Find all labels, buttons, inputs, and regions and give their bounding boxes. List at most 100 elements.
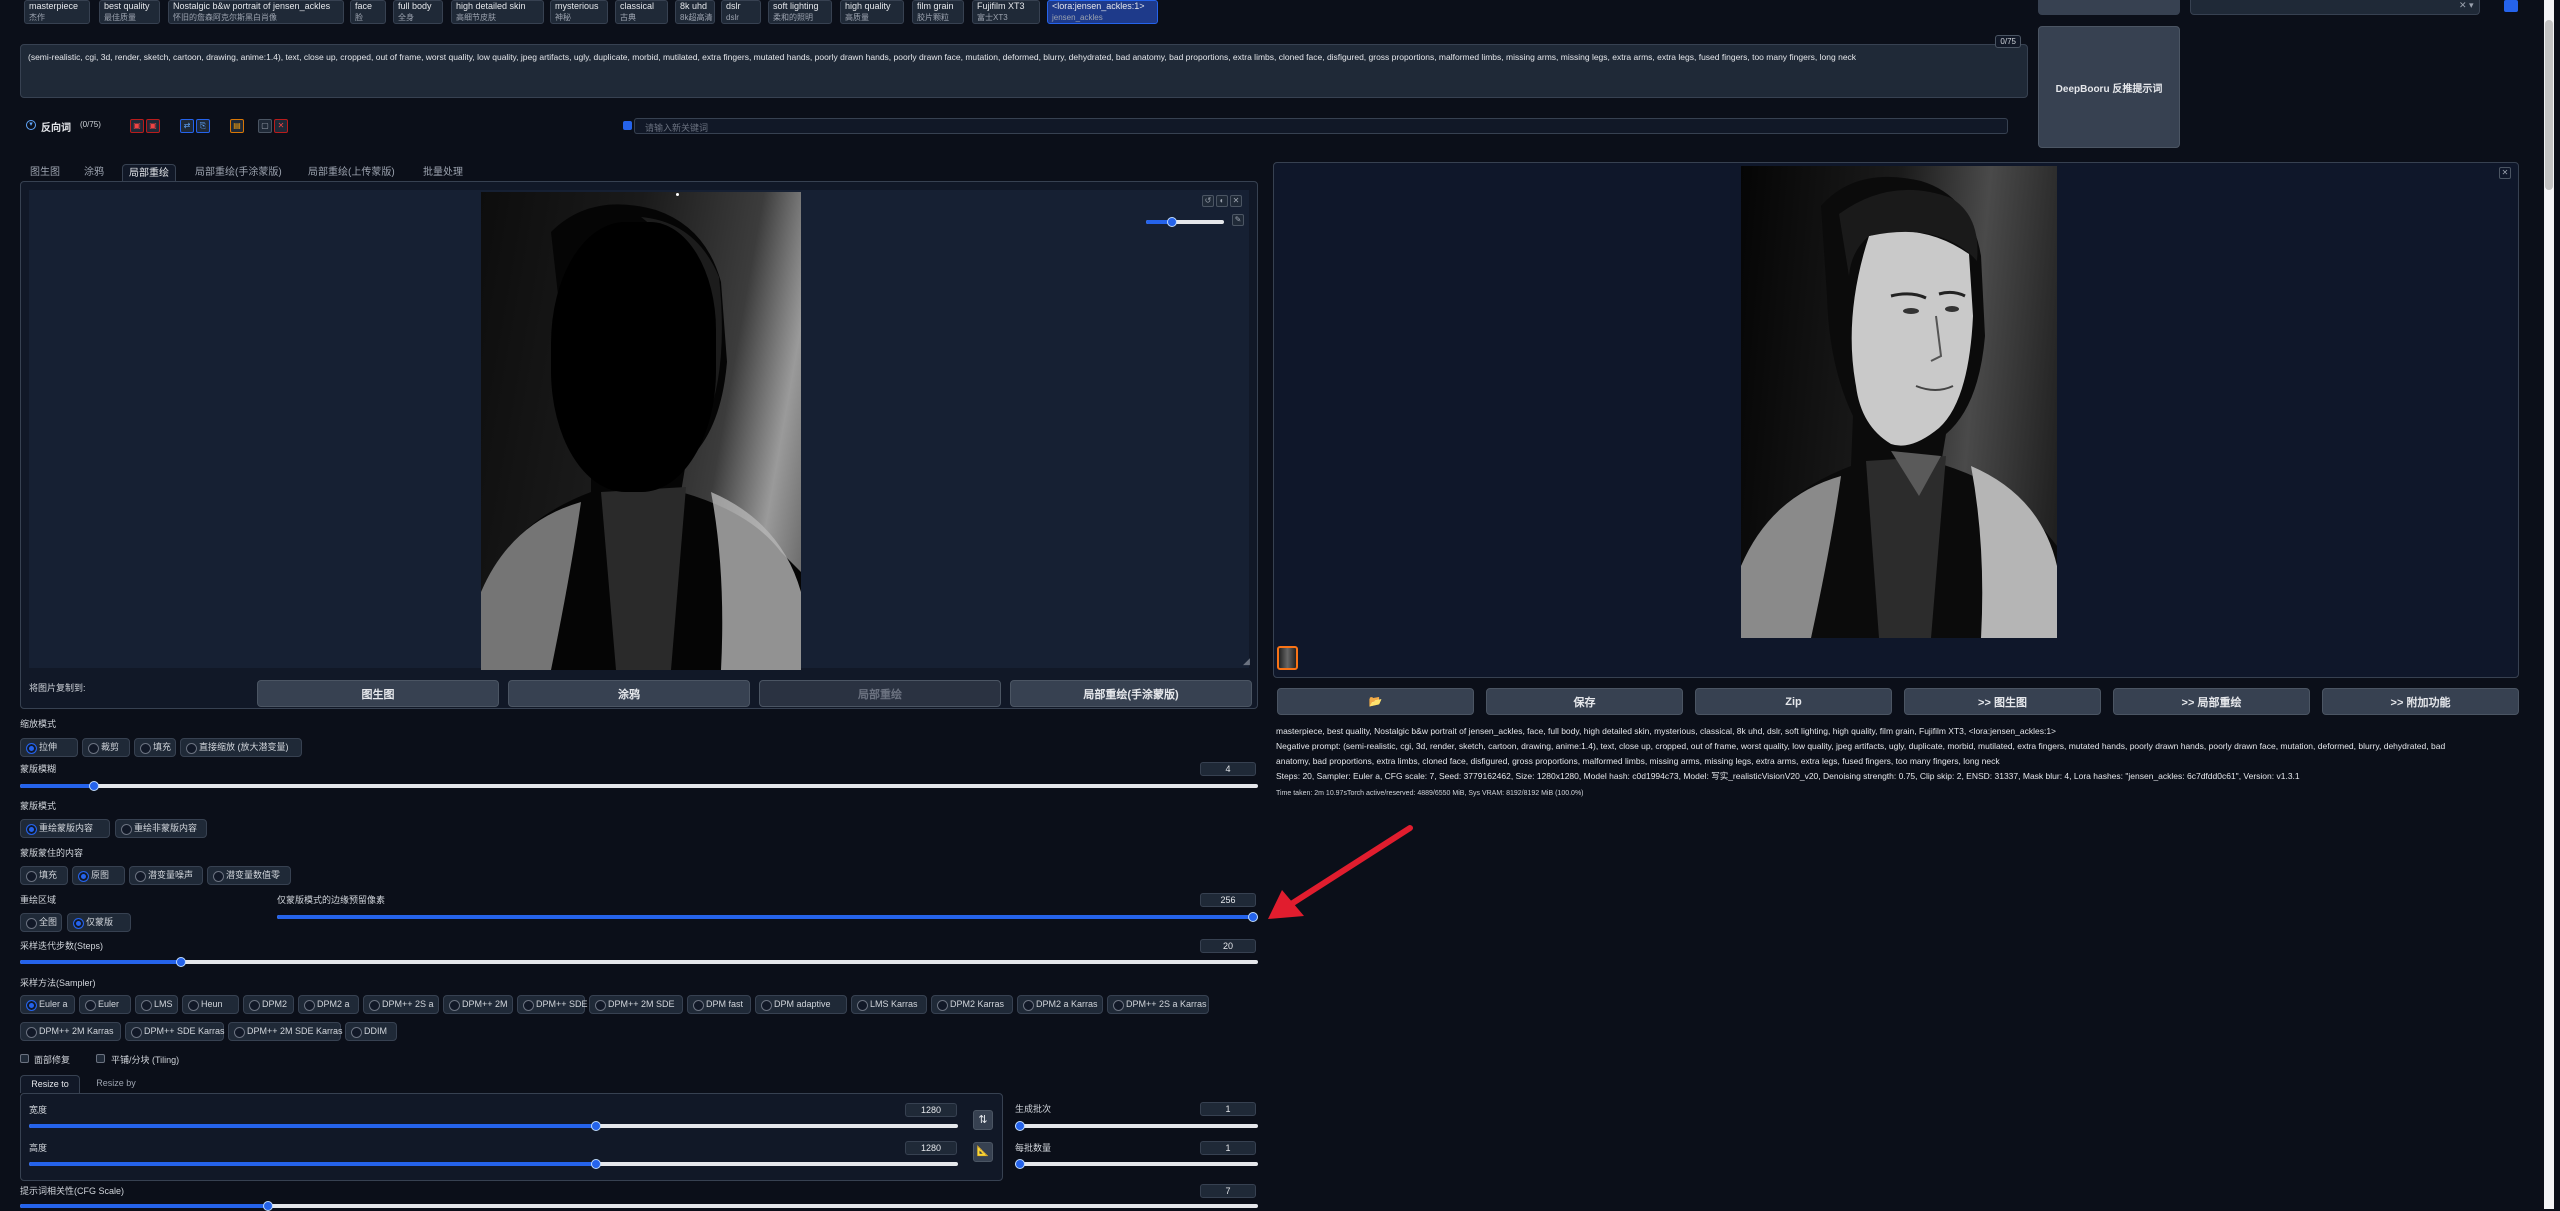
prompt-tag[interactable]: full body 全身 bbox=[393, 0, 443, 24]
sampler-option[interactable]: DPM fast bbox=[687, 995, 751, 1014]
prompt-tag[interactable]: face 脸 bbox=[350, 0, 386, 24]
close-icon[interactable]: ✕ bbox=[1230, 195, 1242, 207]
output-button[interactable]: >> 图生图 bbox=[1904, 688, 2101, 715]
swap-dimensions-icon[interactable]: ⇅ bbox=[973, 1110, 993, 1130]
tab-1[interactable]: 涂鸦 bbox=[78, 164, 110, 181]
keyword-checkbox[interactable] bbox=[623, 121, 632, 130]
tab-4[interactable]: 局部重绘(上传蒙版) bbox=[302, 164, 401, 181]
sampler-option[interactable]: Euler a bbox=[20, 995, 75, 1014]
prompt-tag[interactable]: mysterious 神秘 bbox=[550, 0, 608, 24]
sampler-option[interactable]: DPM++ SDE Karras bbox=[125, 1022, 225, 1041]
favorite-icon[interactable]: ▢ bbox=[258, 119, 272, 133]
batch-count-value[interactable]: 1 bbox=[1200, 1102, 1256, 1116]
steps-value[interactable]: 20 bbox=[1200, 939, 1256, 953]
radio-option[interactable]: 潜变量数值零 bbox=[207, 866, 291, 885]
copy-to-button[interactable]: 图生图 bbox=[257, 680, 499, 707]
radio-option[interactable]: 全图 bbox=[20, 913, 62, 932]
sampler-option[interactable]: DPM++ 2S a Karras bbox=[1107, 995, 1209, 1014]
sampler-option[interactable]: DPM++ SDE bbox=[517, 995, 588, 1014]
cfg-thumb[interactable] bbox=[262, 1201, 273, 1211]
width-thumb[interactable] bbox=[590, 1121, 601, 1131]
prompt-tag[interactable]: masterpiece 杰作 bbox=[24, 0, 90, 24]
source-image[interactable] bbox=[481, 192, 801, 670]
cfg-slider[interactable] bbox=[20, 1201, 1258, 1211]
output-button[interactable]: >> 附加功能 bbox=[2322, 688, 2519, 715]
prompt-tag[interactable]: high detailed skin 高细节皮肤 bbox=[451, 0, 544, 24]
close-icon[interactable]: ✕ ▾ bbox=[2459, 0, 2474, 11]
output-thumbnail[interactable] bbox=[1277, 646, 1298, 670]
batch-size-slider[interactable] bbox=[1015, 1159, 1258, 1169]
sampler-option[interactable]: DPM++ 2M bbox=[443, 995, 513, 1014]
prompt-tag[interactable]: classical 古典 bbox=[615, 0, 668, 24]
radio-option[interactable]: 裁剪 bbox=[82, 738, 130, 757]
negative-prompt-textarea[interactable]: (semi-realistic, cgi, 3d, render, sketch… bbox=[20, 35, 2028, 98]
tab-resize-to[interactable]: Resize to bbox=[20, 1075, 80, 1093]
prompt-tag[interactable]: <lora:jensen_ackles:1> jensen_ackles bbox=[1047, 0, 1158, 24]
radio-option[interactable]: 填充 bbox=[134, 738, 176, 757]
prompt-tag[interactable]: 8k uhd 8k超高清 bbox=[675, 0, 715, 24]
padding-slider[interactable] bbox=[277, 912, 1258, 922]
deepbooru-button[interactable]: DeepBooru 反推提示词 bbox=[2038, 26, 2180, 148]
copy-to-button[interactable]: 涂鸦 bbox=[508, 680, 750, 707]
translate-icon[interactable]: ⇄ bbox=[180, 119, 194, 133]
apply-style-button[interactable] bbox=[2504, 0, 2518, 12]
tab-resize-by[interactable]: Resize by bbox=[86, 1075, 146, 1093]
padding-thumb[interactable] bbox=[1248, 912, 1258, 922]
prompt-tag[interactable]: Nostalgic b&w portrait of jensen_ackles 怀… bbox=[168, 0, 344, 24]
prompt-tag[interactable]: film grain 胶片颗粒 bbox=[912, 0, 964, 24]
batch-size-thumb[interactable] bbox=[1015, 1159, 1025, 1169]
width-slider[interactable] bbox=[29, 1121, 958, 1131]
restore-faces-checkbox[interactable] bbox=[20, 1054, 29, 1063]
radio-option[interactable]: 填充 bbox=[20, 866, 68, 885]
mask-blur-thumb[interactable] bbox=[89, 781, 100, 791]
radio-option[interactable]: 重绘非蒙版内容 bbox=[115, 819, 207, 838]
radio-option[interactable]: 重绘蒙版内容 bbox=[20, 819, 110, 838]
sampler-option[interactable]: DPM++ 2S a bbox=[363, 995, 439, 1014]
tab-2[interactable]: 局部重绘 bbox=[122, 164, 176, 181]
steps-slider[interactable] bbox=[20, 957, 1258, 967]
sampler-option[interactable]: DDIM bbox=[345, 1022, 397, 1041]
radio-option[interactable]: 拉伸 bbox=[20, 738, 78, 757]
prompt-tag[interactable]: best quality 最佳质量 bbox=[99, 0, 160, 24]
output-button[interactable]: >> 局部重绘 bbox=[2113, 688, 2310, 715]
history-icon[interactable]: ▤ bbox=[230, 119, 244, 133]
height-value[interactable]: 1280 bbox=[905, 1141, 957, 1155]
page-scrollbar[interactable] bbox=[2544, 0, 2554, 1209]
output-button[interactable]: 保存 bbox=[1486, 688, 1683, 715]
steps-thumb[interactable] bbox=[175, 957, 186, 967]
height-thumb[interactable] bbox=[590, 1159, 601, 1169]
tab-0[interactable]: 图生图 bbox=[24, 164, 66, 181]
tab-5[interactable]: 批量处理 bbox=[417, 164, 469, 181]
batch-count-slider[interactable] bbox=[1015, 1121, 1258, 1131]
prompt-tag[interactable]: Fujifilm XT3 富士XT3 bbox=[972, 0, 1040, 24]
resize-handle-icon[interactable]: ◢ bbox=[1243, 656, 1250, 667]
sampler-option[interactable]: Euler bbox=[79, 995, 131, 1014]
sampler-option[interactable]: Heun bbox=[182, 995, 239, 1014]
output-button[interactable]: 📂 bbox=[1277, 688, 1474, 715]
prompt-tag[interactable]: soft lighting 柔和的照明 bbox=[768, 0, 832, 24]
collapse-icon[interactable]: ▾ bbox=[26, 120, 36, 130]
radio-option[interactable]: 潜变量噪声 bbox=[129, 866, 203, 885]
sampler-option[interactable]: LMS Karras bbox=[851, 995, 927, 1014]
sampler-option[interactable]: DPM adaptive bbox=[755, 995, 847, 1014]
copy-icon[interactable]: ⎘ bbox=[196, 119, 210, 133]
batch-count-thumb[interactable] bbox=[1015, 1121, 1025, 1131]
scrollbar-thumb[interactable] bbox=[2545, 20, 2553, 190]
padding-value[interactable]: 256 bbox=[1200, 893, 1256, 907]
radio-option[interactable]: 直接缩放 (放大潜变量) bbox=[180, 738, 302, 757]
mask-blur-value[interactable]: 4 bbox=[1200, 762, 1256, 776]
style-dropdown[interactable]: ✕ ▾ bbox=[2190, 0, 2480, 15]
sampler-option[interactable]: DPM++ 2M SDE bbox=[589, 995, 683, 1014]
radio-option[interactable]: 原图 bbox=[72, 866, 125, 885]
tab-3[interactable]: 局部重绘(手涂蒙版) bbox=[189, 164, 288, 181]
close-icon[interactable]: ✕ bbox=[2499, 167, 2511, 179]
prompt-tag[interactable]: high quality 高质量 bbox=[840, 0, 904, 24]
brush-size-slider[interactable] bbox=[1146, 217, 1224, 227]
ratio-icon[interactable]: 📐 bbox=[973, 1142, 993, 1162]
height-slider[interactable] bbox=[29, 1159, 958, 1169]
sampler-option[interactable]: DPM++ 2M SDE Karras bbox=[228, 1022, 343, 1041]
tiling-checkbox[interactable] bbox=[96, 1054, 105, 1063]
sampler-option[interactable]: DPM2 a bbox=[298, 995, 359, 1014]
clear-icon[interactable]: ▣ bbox=[130, 119, 144, 133]
delete-icon[interactable]: ▣ bbox=[146, 119, 160, 133]
